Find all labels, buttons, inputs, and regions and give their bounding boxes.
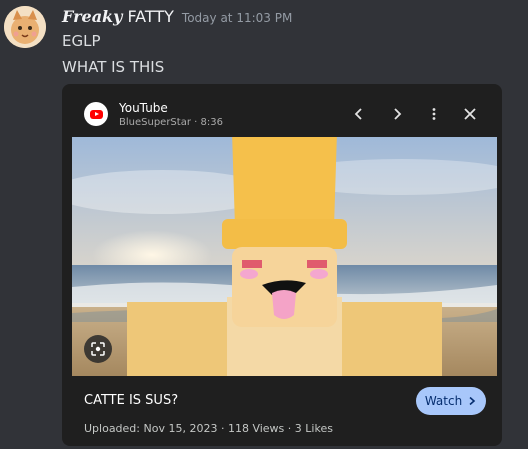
more-options-button[interactable] [424, 104, 444, 124]
embed-subtitle: BlueSuperStar · 8:36 [119, 117, 223, 128]
watch-button-label: Watch [424, 394, 463, 408]
embed-header: YouTube BlueSuperStar · 8:36 [62, 84, 502, 136]
avatar-image [4, 6, 46, 48]
thumbnail-image [72, 137, 497, 376]
youtube-embed: YouTube BlueSuperStar · 8:36 CATTE IS SU… [62, 84, 502, 446]
close-button[interactable] [460, 104, 480, 124]
author-name[interactable]: FATTY [127, 7, 173, 26]
video-duration: 8:36 [200, 117, 223, 128]
previous-button[interactable] [349, 104, 369, 124]
chevron-left-icon [354, 108, 362, 120]
message-header: Freaky FATTY Today at 11:03 PM [62, 7, 292, 29]
upload-date: Uploaded: Nov 15, 2023 [84, 422, 218, 435]
message-line-1: EGLP [62, 32, 101, 50]
channel-name: BlueSuperStar [119, 117, 191, 128]
next-button[interactable] [387, 104, 407, 124]
video-meta: Uploaded: Nov 15, 2023 · 118 Views · 3 L… [84, 422, 333, 435]
like-count: 3 Likes [294, 422, 333, 435]
separator-dot: · [194, 117, 198, 128]
separator-dot: · [287, 422, 292, 435]
more-vert-icon [432, 108, 436, 120]
lens-icon [91, 342, 105, 356]
avatar[interactable] [4, 6, 46, 48]
message-line-2: WHAT IS THIS [62, 58, 165, 76]
lens-button[interactable] [84, 335, 112, 363]
embed-site-name: YouTube [119, 101, 168, 115]
watch-button[interactable]: Watch [416, 387, 486, 415]
view-count: 118 Views [227, 422, 285, 435]
separator-dot: · [220, 422, 225, 435]
message-timestamp: Today at 11:03 PM [181, 11, 293, 25]
chevron-right-icon [394, 108, 402, 120]
youtube-logo-icon [84, 102, 108, 126]
chevron-right-icon [469, 396, 476, 406]
video-title[interactable]: CATTE IS SUS? [84, 393, 178, 408]
video-thumbnail[interactable] [72, 137, 497, 376]
close-icon [464, 108, 476, 120]
author-name-fancy[interactable]: Freaky [62, 7, 122, 26]
